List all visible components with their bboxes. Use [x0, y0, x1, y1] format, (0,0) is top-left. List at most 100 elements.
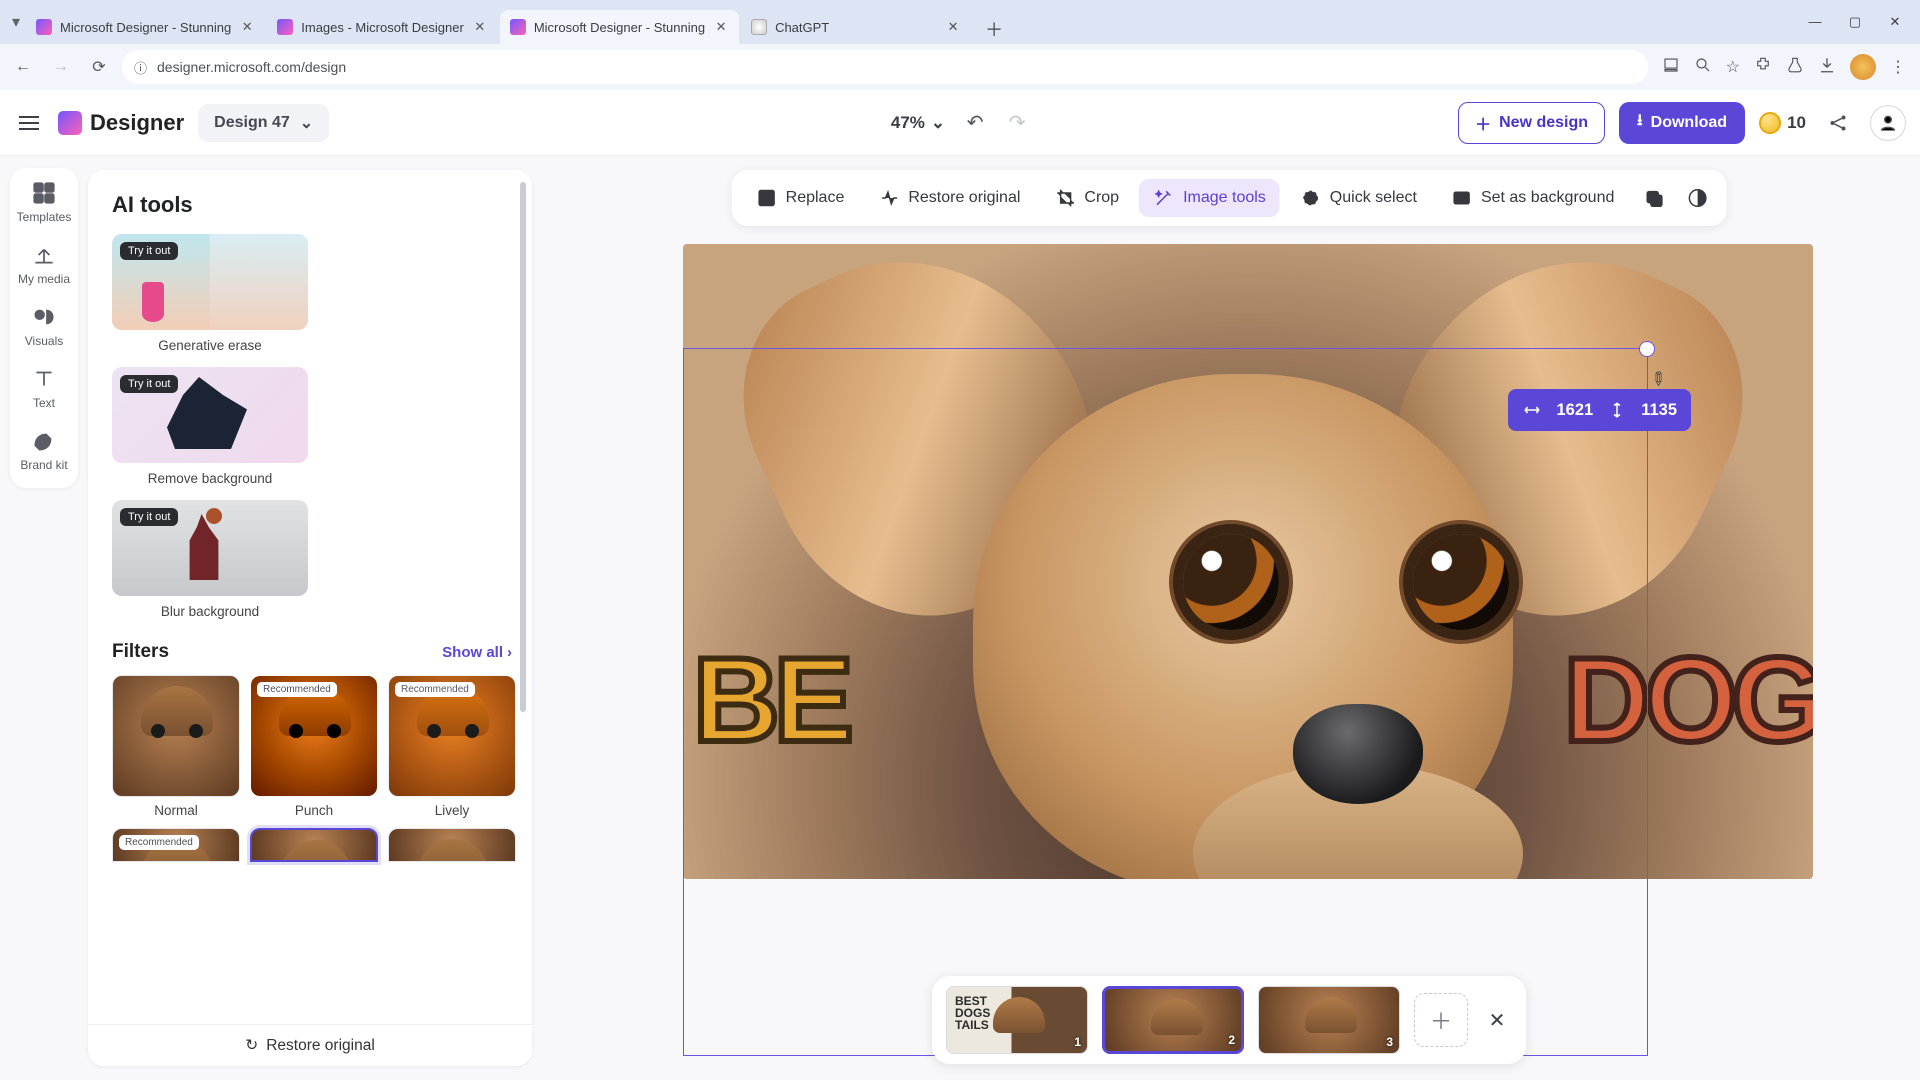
- restore-original-button[interactable]: ↻ Restore original: [88, 1024, 532, 1066]
- canvas-text-right[interactable]: DOG: [1564, 631, 1813, 769]
- favicon-icon: [751, 19, 767, 35]
- account-button[interactable]: [1870, 105, 1906, 141]
- redo-button[interactable]: ↷: [1005, 111, 1029, 135]
- page-thumb-1[interactable]: 1: [946, 986, 1088, 1054]
- design-name-dropdown[interactable]: Design 47 ⌄: [198, 104, 329, 142]
- zoom-value: 47%: [891, 113, 925, 133]
- close-icon[interactable]: ✕: [239, 19, 255, 35]
- page-number: 2: [1228, 1033, 1235, 1047]
- brand-logo[interactable]: Designer: [58, 110, 184, 136]
- zoom-icon[interactable]: [1694, 56, 1712, 79]
- crop-button[interactable]: Crop: [1040, 179, 1133, 217]
- labs-icon[interactable]: [1786, 56, 1804, 79]
- share-button[interactable]: [1820, 105, 1856, 141]
- maximize-icon[interactable]: ▢: [1844, 14, 1866, 30]
- ai-blur-background[interactable]: Try it out Blur background: [112, 500, 308, 619]
- close-page-strip[interactable]: ✕: [1482, 1005, 1512, 1035]
- browser-tab[interactable]: Microsoft Designer - Stunning ✕: [500, 10, 739, 44]
- replace-button[interactable]: Replace: [742, 179, 859, 217]
- image-tools-button[interactable]: Image tools: [1139, 179, 1280, 217]
- filter-thumb: Recommended: [250, 675, 378, 797]
- restore-original-button[interactable]: Restore original: [864, 179, 1034, 217]
- reload-button[interactable]: ⟳: [84, 52, 114, 82]
- tab-title: Images - Microsoft Designer: [301, 20, 464, 35]
- canvas-image[interactable]: BE DOG: [683, 244, 1813, 879]
- show-all-filters[interactable]: Show all ›: [442, 644, 512, 661]
- canvas-text-left[interactable]: BE: [693, 631, 848, 769]
- show-all-label: Show all: [442, 644, 503, 661]
- address-bar[interactable]: ⓘ designer.microsoft.com/design: [122, 50, 1648, 84]
- rail-brand-kit[interactable]: Brand kit: [14, 428, 74, 472]
- extensions-icon[interactable]: [1754, 56, 1772, 79]
- filter-label: Normal: [112, 803, 240, 818]
- ctx-label: Crop: [1084, 189, 1119, 207]
- filter-lively[interactable]: Recommended Lively: [388, 675, 516, 818]
- page-thumb-2[interactable]: 2: [1102, 986, 1244, 1054]
- ai-generative-erase[interactable]: Try it out Generative erase: [112, 234, 308, 353]
- rail-text[interactable]: Text: [14, 366, 74, 410]
- rail-templates[interactable]: Templates: [14, 180, 74, 224]
- install-app-icon[interactable]: [1662, 56, 1680, 79]
- filter-thumb: Recommended: [388, 675, 516, 797]
- ai-card-label: Generative erase: [112, 338, 308, 353]
- ai-remove-background[interactable]: Try it out Remove background: [112, 367, 308, 486]
- chevron-down-icon: ⌄: [300, 113, 313, 133]
- tab-title: Microsoft Designer - Stunning: [60, 20, 231, 35]
- tab-title: Microsoft Designer - Stunning: [534, 20, 705, 35]
- quick-select-icon: [1300, 187, 1322, 209]
- new-tab-button[interactable]: ＋: [979, 14, 1009, 44]
- filter-thumb: [388, 828, 516, 862]
- filter-label: Lively: [388, 803, 516, 818]
- background-icon: [1451, 187, 1473, 209]
- downloads-icon[interactable]: [1818, 56, 1836, 79]
- site-info-icon[interactable]: ⓘ: [134, 58, 147, 77]
- profile-avatar[interactable]: [1850, 54, 1876, 80]
- filter-label: Punch: [250, 803, 378, 818]
- filter-option-selected[interactable]: [250, 828, 378, 862]
- try-it-out-badge: Try it out: [120, 375, 178, 393]
- restore-icon: ↻: [245, 1036, 258, 1055]
- bookmark-icon[interactable]: ☆: [1726, 57, 1740, 77]
- quick-select-button[interactable]: Quick select: [1286, 179, 1431, 217]
- download-button[interactable]: ⭳ Download: [1619, 102, 1745, 144]
- rail-visuals[interactable]: Visuals: [14, 304, 74, 348]
- layers-icon: [1642, 187, 1664, 209]
- panel-scrollbar[interactable]: [520, 182, 526, 712]
- recommended-badge: Recommended: [257, 682, 337, 697]
- coin-icon: [1759, 112, 1781, 134]
- back-button[interactable]: ←: [8, 52, 38, 82]
- add-page-button[interactable]: ＋: [1414, 993, 1468, 1047]
- new-design-button[interactable]: ＋ New design: [1458, 102, 1605, 144]
- filter-option[interactable]: [388, 828, 516, 862]
- close-window-icon[interactable]: ✕: [1884, 14, 1906, 30]
- credits-chip[interactable]: 10: [1759, 112, 1806, 134]
- chrome-menu-icon[interactable]: ⋮: [1890, 57, 1906, 77]
- layer-button[interactable]: [1634, 179, 1672, 217]
- filter-normal[interactable]: Normal: [112, 675, 240, 818]
- replace-icon: [756, 187, 778, 209]
- page-thumb-3[interactable]: 3: [1258, 986, 1400, 1054]
- contrast-icon: [1686, 187, 1708, 209]
- contrast-button[interactable]: [1678, 179, 1716, 217]
- zoom-control[interactable]: 47% ⌄: [891, 113, 945, 133]
- browser-tab[interactable]: Microsoft Designer - Stunning ✕: [26, 10, 265, 44]
- menu-button[interactable]: [14, 108, 44, 138]
- browser-tab[interactable]: Images - Microsoft Designer ✕: [267, 10, 498, 44]
- page-strip: 1 2 3 ＋ ✕: [932, 976, 1526, 1064]
- rail-my-media[interactable]: My media: [14, 242, 74, 286]
- close-icon[interactable]: ✕: [472, 19, 488, 35]
- tab-list-dropdown[interactable]: ▾: [6, 12, 26, 32]
- filter-punch[interactable]: Recommended Punch: [250, 675, 378, 818]
- close-icon[interactable]: ✕: [945, 19, 961, 35]
- download-label: Download: [1651, 114, 1727, 132]
- brand-name: Designer: [90, 110, 184, 136]
- rail-label: Brand kit: [20, 458, 67, 472]
- minimize-icon[interactable]: —: [1804, 14, 1826, 30]
- filter-option[interactable]: Recommended: [112, 828, 240, 862]
- filter-thumb: [112, 675, 240, 797]
- browser-tab[interactable]: ChatGPT ✕: [741, 10, 971, 44]
- close-icon[interactable]: ✕: [713, 19, 729, 35]
- set-as-background-button[interactable]: Set as background: [1437, 179, 1628, 217]
- undo-button[interactable]: ↶: [963, 111, 987, 135]
- forward-button[interactable]: →: [46, 52, 76, 82]
